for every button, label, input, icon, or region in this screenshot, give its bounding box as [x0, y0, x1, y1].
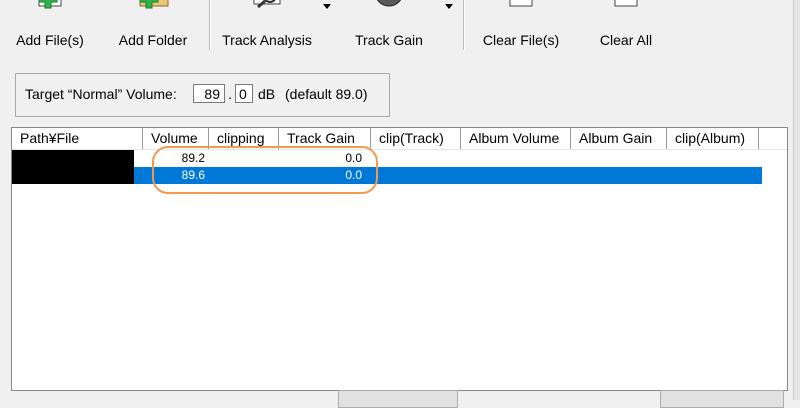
add-folder-icon — [139, 0, 169, 9]
track-analysis-label: Track Analysis — [222, 32, 312, 48]
table-row[interactable]: 89.6 0.0 — [12, 167, 762, 184]
track-gain-cell: 0.0 — [345, 151, 362, 165]
analysis-magnifier-icon — [253, 0, 281, 9]
bottom-button[interactable] — [338, 390, 458, 408]
list-header: Path¥File Volume clipping Track Gain cli… — [12, 128, 787, 150]
toolbar-separator — [463, 0, 465, 50]
target-volume-label: Target “Normal” Volume: — [25, 86, 177, 102]
target-volume-decimal-input[interactable]: 0 — [235, 84, 253, 103]
db-unit-label: dB — [258, 86, 276, 102]
file-list[interactable]: Path¥File Volume clipping Track Gain cli… — [11, 127, 788, 391]
track-analysis-button[interactable]: Track Analysis — [216, 0, 318, 56]
column-header-clip-track[interactable]: clip(Track) — [371, 128, 461, 149]
track-analysis-dropdown-arrow[interactable] — [323, 4, 331, 9]
gain-speaker-icon — [376, 0, 402, 7]
track-gain-cell: 0.0 — [345, 168, 362, 182]
column-header-album-volume[interactable]: Album Volume — [461, 128, 571, 149]
toolbar: Add File(s) Add Folder Track Analysis Tr… — [0, 0, 790, 60]
clear-all-button[interactable]: Clear All — [586, 0, 666, 56]
table-row[interactable]: 89.2 0.0 — [12, 150, 762, 167]
column-header-volume[interactable]: Volume — [143, 128, 209, 149]
default-volume-label: (default 89.0) — [285, 86, 368, 102]
column-header-album-gain[interactable]: Album Gain — [571, 128, 667, 149]
volume-cell: 89.2 — [181, 151, 205, 165]
clear-file-icon — [509, 0, 533, 7]
column-header-clipping[interactable]: clipping — [209, 128, 279, 149]
add-file-icon — [38, 0, 62, 9]
clear-all-icon — [614, 0, 638, 7]
clear-files-button[interactable]: Clear File(s) — [474, 0, 568, 56]
clear-files-label: Clear File(s) — [482, 32, 560, 48]
column-header-clip-album[interactable]: clip(Album) — [667, 128, 759, 149]
target-volume-integer-input[interactable]: 89 — [193, 84, 225, 103]
column-header-path[interactable]: Path¥File — [12, 128, 143, 149]
column-header-track-gain[interactable]: Track Gain — [279, 128, 371, 149]
clear-all-label: Clear All — [599, 32, 653, 48]
add-files-button[interactable]: Add File(s) — [6, 0, 94, 56]
toolbar-separator — [209, 0, 211, 50]
add-folder-label: Add Folder — [118, 32, 188, 48]
track-gain-dropdown-arrow[interactable] — [445, 4, 453, 9]
decimal-point: . — [228, 86, 232, 102]
add-files-label: Add File(s) — [16, 32, 84, 48]
target-volume-group: Target “Normal” Volume: 89 . 0 dB (defau… — [15, 73, 390, 117]
redacted-path-cell — [12, 167, 134, 184]
add-folder-button[interactable]: Add Folder — [108, 0, 198, 56]
redacted-path-cell — [12, 150, 134, 167]
track-gain-button[interactable]: Track Gain — [346, 0, 432, 56]
track-gain-label: Track Gain — [355, 32, 423, 48]
volume-cell: 89.6 — [181, 168, 205, 182]
bottom-button[interactable] — [660, 390, 784, 408]
window-border — [793, 0, 800, 400]
